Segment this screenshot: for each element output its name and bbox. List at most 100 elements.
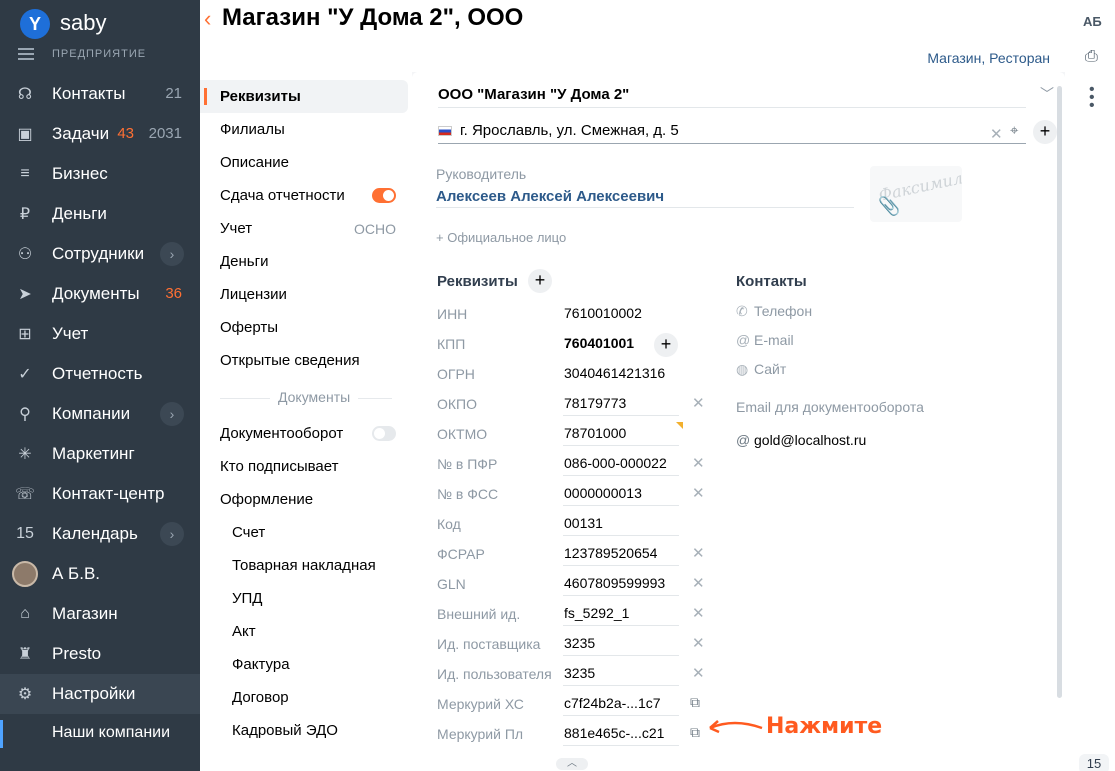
chevron-right-icon[interactable]: › [160,242,184,266]
sidebar-item-8[interactable]: ⚲ Компании › [0,394,200,434]
requisite-value[interactable]: 760401001 [563,335,634,356]
sidebar-item-5[interactable]: ➤ Документы 36 [0,274,200,314]
sidebar-item-10[interactable]: ☏ Контакт-центр [0,474,200,514]
requisite-value[interactable]: 78179773 [563,395,679,416]
documents-icon: ➤ [18,286,32,303]
clear-icon[interactable]: ✕ [692,394,705,412]
sidebar-item-3[interactable]: ₽ Деньги [0,194,200,234]
org-name-field[interactable]: ООО "Магазин "У Дома 2" [438,86,1026,108]
requisite-value[interactable]: fs_5292_1 [563,605,679,626]
tab-item[interactable]: Кто подписывает [200,450,412,483]
tab-item[interactable]: Кадровый ЭДО [200,714,412,747]
page-counter[interactable]: 15 [1079,754,1109,771]
attach-icon[interactable]: 📎 [878,196,900,217]
requisite-value[interactable]: 3040461421316 [563,365,665,386]
money-icon: ₽ [19,206,31,223]
clear-icon[interactable]: ✕ [692,574,705,592]
tab-item[interactable]: Лицензии [200,278,412,311]
tab-item[interactable]: Оформление [200,483,412,516]
tab-item[interactable]: Счет [200,516,412,549]
add-address-button[interactable]: + [1033,120,1057,144]
tab-item[interactable]: Договор [200,681,412,714]
requisite-value[interactable]: 78701000 [563,425,679,446]
requisite-value[interactable]: 00131 [563,515,679,536]
edo-email[interactable]: @ gold@localhost.ru [736,432,866,448]
add-requisite-button[interactable]: + [528,269,552,293]
tab-item[interactable]: Учет ОСНО [200,212,412,245]
clear-icon[interactable]: ✕ [692,484,705,502]
tab-item[interactable]: Фактура [200,648,412,681]
clear-icon[interactable]: ✕ [692,454,705,472]
chat-bubble-icon: ☊ [17,86,33,103]
requisite-value[interactable]: 123789520654 [563,545,679,566]
clear-icon[interactable]: ✕ [692,634,705,652]
tab-item[interactable]: Открытые сведения [200,344,412,377]
clear-address-icon[interactable]: ✕ [990,125,1003,143]
tab-item[interactable]: Филиалы [200,113,412,146]
user-initials[interactable]: АБ [1083,14,1102,29]
scrollbar[interactable] [1057,86,1062,698]
sidebar-item-14[interactable]: ♜ Presto [0,634,200,674]
brand[interactable]: Y saby [0,0,200,46]
address-field[interactable]: г. Ярославль, ул. Смежная, д. 5 [438,122,1026,144]
head-name-field[interactable]: Алексеев Алексей Алексеевич [436,188,854,208]
tab-item[interactable]: Товарная накладная [200,549,412,582]
requisite-value[interactable]: 3235 [563,635,679,656]
requisite-value[interactable]: 0000000013 [563,485,679,506]
requisite-row: ФСРАР 123789520654 ✕ [412,540,732,570]
copy-icon[interactable]: ⧉ [690,724,700,741]
tab-item[interactable]: Сдача отчетности [200,179,412,212]
sidebar-item-6[interactable]: ⊞ Учет [0,314,200,354]
clear-icon[interactable]: ✕ [692,664,705,682]
sidebar-item-7[interactable]: ✓ Отчетность [0,354,200,394]
tab-item[interactable]: УПД [200,582,412,615]
sidebar-item-16[interactable]: Наши компании [0,714,200,754]
copy-icon[interactable]: ⧉ [690,694,700,711]
tab-item[interactable]: Акт [200,615,412,648]
map-pin-icon[interactable]: ⌖ [1010,122,1018,139]
tab-item[interactable]: Деньги [200,245,412,278]
sidebar-item-12[interactable]: А Б.В. [0,554,200,594]
phone-contact[interactable]: ✆ Телефон [736,303,812,320]
clear-icon[interactable]: ✕ [692,604,705,622]
toggle-switch[interactable] [372,426,396,441]
sidebar-item-2[interactable]: ≡ Бизнес [0,154,200,194]
business-type-link[interactable]: Магазин, Ресторан [927,50,1050,66]
add-official-link[interactable]: + Официальное лицо [436,230,566,245]
sidebar-item-1[interactable]: ▣ Задачи 43 2031 [0,114,200,154]
requisite-value[interactable]: 881e465c-...c21 [563,725,679,746]
sidebar-item-15[interactable]: ⚙ Настройки [0,674,200,714]
more-icon[interactable]: • • • [1089,82,1095,114]
sidebar-item-9[interactable]: ✳ Маркетинг [0,434,200,474]
requisite-value[interactable]: 7610010002 [563,305,642,326]
sidebar-item-13[interactable]: ⌂ Магазин [0,594,200,634]
clear-icon[interactable]: ✕ [692,544,705,562]
tab-item[interactable]: Документооборот [200,417,412,450]
sidebar-item-4[interactable]: ⚇ Сотрудники › [0,234,200,274]
add-kpp-button[interactable]: + [654,333,678,357]
requisite-value[interactable]: 086-000-000022 [563,455,679,476]
chevron-right-icon[interactable]: › [160,402,184,426]
sidebar: Y saby ПРЕДПРИЯТИЕ ☊ Контакты 21 ▣ Задачи 43 2… [0,0,200,771]
menu-icon[interactable] [18,48,34,60]
chevron-down-icon[interactable]: ﹀ [1040,84,1054,104]
tab-item[interactable]: Оферты [200,311,412,344]
companies-icon: ⚲ [19,406,31,423]
requisite-label: ФСРАР [437,546,485,562]
requisite-value[interactable]: 3235 [563,665,679,686]
requisite-value[interactable]: 4607809599993 [563,575,679,596]
tab-item[interactable]: Реквизиты [200,80,408,113]
sidebar-item-11[interactable]: 15 Календарь › [0,514,200,554]
print-icon[interactable]: ⎙ [1085,48,1105,66]
site-contact[interactable]: ◍ Сайт [736,361,786,378]
chevron-right-icon[interactable]: › [160,522,184,546]
tab-item[interactable]: Описание [200,146,412,179]
collapse-handle[interactable]: ︿ [556,758,588,770]
sidebar-item-0[interactable]: ☊ Контакты 21 [0,74,200,114]
email-label: E-mail [754,332,794,348]
requisite-label: Код [437,516,461,532]
requisite-value[interactable]: c7f24b2a-...1c7 [563,695,679,716]
toggle-switch[interactable] [372,188,396,203]
email-contact[interactable]: @ E-mail [736,332,794,348]
back-icon[interactable]: ‹ [204,6,211,32]
